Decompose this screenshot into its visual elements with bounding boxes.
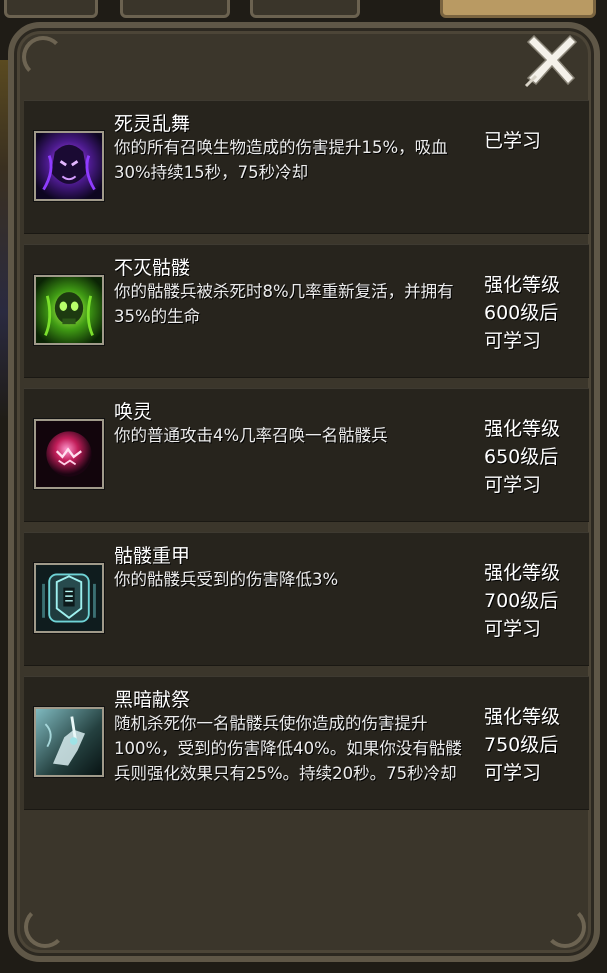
skill-description: 你的骷髅兵被杀死时8%几率重新复活，并拥有35%的生命 — [114, 282, 454, 326]
skill-status-line: 可学习 — [484, 330, 542, 352]
skill-status-line: 已学习 — [484, 130, 542, 152]
skill-status-line: 600级后 — [484, 302, 559, 324]
skill-name: 黑暗献祭 — [114, 689, 191, 711]
skill-name: 死灵乱舞 — [114, 113, 191, 135]
skill-description: 你的普通攻击4%几率召唤一名骷髅兵 — [114, 426, 388, 445]
skill-description: 你的骷髅兵受到的伤害降低3% — [114, 570, 339, 589]
skill-row[interactable]: 不灭骷髅 你的骷髅兵被杀死时8%几率重新复活，并拥有35%的生命 强化等级 60… — [24, 244, 589, 378]
skill-status: 强化等级 750级后 可学习 — [484, 703, 579, 787]
green-skull-icon — [34, 275, 104, 345]
corner-ornament-icon — [22, 36, 64, 78]
skill-status-line: 强化等级 — [484, 562, 561, 584]
skill-status-line: 强化等级 — [484, 274, 561, 296]
skill-name: 不灭骷髅 — [114, 257, 191, 279]
skill-description: 你的所有召唤生物造成的伤害提升15%，吸血30%持续15秒，75秒冷却 — [114, 138, 448, 182]
skill-status: 已学习 — [484, 127, 579, 155]
skill-name: 唤灵 — [114, 401, 153, 423]
skill-row[interactable]: 唤灵 你的普通攻击4%几率召唤一名骷髅兵 强化等级 650级后 可学习 — [24, 388, 589, 522]
background-tab — [120, 0, 230, 18]
skill-status: 强化等级 600级后 可学习 — [484, 271, 579, 355]
skill-description: 随机杀死你一名骷髅兵使你造成的伤害提升100%，受到的伤害降低40%。如果你没有… — [114, 714, 462, 783]
skeleton-armor-icon — [34, 563, 104, 633]
spirit-orb-icon — [34, 419, 104, 489]
skill-row[interactable]: 黑暗献祭 随机杀死你一名骷髅兵使你造成的伤害提升100%，受到的伤害降低40%。… — [24, 676, 589, 810]
background-tab — [440, 0, 596, 18]
skill-row[interactable]: 死灵乱舞 你的所有召唤生物造成的伤害提升15%，吸血30%持续15秒，75秒冷却… — [24, 100, 589, 234]
skill-status-line: 650级后 — [484, 446, 559, 468]
skill-status-line: 可学习 — [484, 618, 542, 640]
background-strip — [0, 60, 8, 420]
skill-status-line: 750级后 — [484, 734, 559, 756]
corner-ornament-icon — [24, 906, 66, 948]
close-x-icon — [524, 34, 578, 88]
background-tab — [4, 0, 98, 18]
skill-status: 强化等级 650级后 可学习 — [484, 415, 579, 499]
skill-status-line: 强化等级 — [484, 418, 561, 440]
background-tab — [250, 0, 360, 18]
shadow-demon-icon — [34, 131, 104, 201]
skill-status: 强化等级 700级后 可学习 — [484, 559, 579, 643]
skill-status-line: 可学习 — [484, 474, 542, 496]
skill-status-line: 强化等级 — [484, 706, 561, 728]
skill-name: 骷髅重甲 — [114, 545, 191, 567]
corner-ornament-icon — [544, 906, 586, 948]
skill-status-line: 700级后 — [484, 590, 559, 612]
dark-sacrifice-icon — [34, 707, 104, 777]
game-screen: 死灵乱舞 你的所有召唤生物造成的伤害提升15%，吸血30%持续15秒，75秒冷却… — [0, 0, 607, 973]
skill-row[interactable]: 骷髅重甲 你的骷髅兵受到的伤害降低3% 强化等级 700级后 可学习 — [24, 532, 589, 666]
close-button[interactable] — [522, 28, 582, 88]
skill-status-line: 可学习 — [484, 762, 542, 784]
